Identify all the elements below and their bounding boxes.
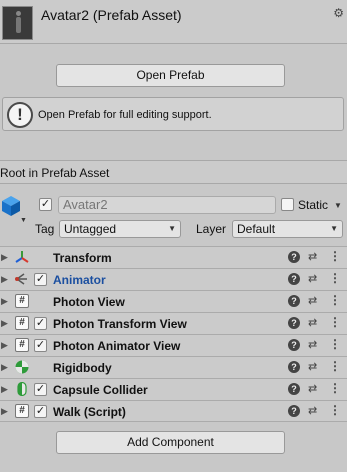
foldout-icon[interactable]: ▶ [1, 252, 8, 263]
component-enabled-checkbox[interactable]: ✓ [34, 317, 47, 330]
presets-icon[interactable]: ⇄ [308, 404, 317, 417]
info-icon: ! [7, 102, 33, 128]
static-checkbox[interactable] [281, 198, 294, 211]
script-icon: # [15, 316, 29, 330]
foldout-icon[interactable]: ▶ [1, 406, 8, 417]
component-enabled-checkbox[interactable]: ✓ [34, 273, 47, 286]
foldout-icon[interactable]: ▶ [1, 384, 8, 395]
presets-icon[interactable]: ⇄ [308, 360, 317, 373]
script-icon: # [15, 294, 29, 308]
inspector-header: Avatar2 (Prefab Asset) ⚙ [0, 0, 347, 44]
help-icon[interactable]: ? [288, 405, 300, 417]
gameobject-name-field[interactable]: Avatar2 [58, 196, 276, 214]
component-enabled-checkbox[interactable]: ✓ [34, 405, 47, 418]
presets-icon[interactable]: ⇄ [308, 272, 317, 285]
context-menu-icon[interactable]: ⋮ [329, 249, 341, 263]
component-row-animator[interactable]: ▶ ✓ Animator ? ⇄ ⋮ [0, 268, 347, 290]
context-menu-icon[interactable]: ⋮ [329, 359, 341, 373]
presets-icon[interactable]: ⇄ [308, 316, 317, 329]
help-text: Open Prefab for full editing support. [38, 109, 212, 121]
tag-label: Tag [35, 222, 55, 236]
help-box: ! Open Prefab for full editing support. [2, 97, 344, 131]
presets-icon[interactable]: ⇄ [308, 294, 317, 307]
context-menu-icon[interactable]: ⋮ [329, 337, 341, 351]
presets-icon[interactable]: ⇄ [308, 338, 317, 351]
help-icon[interactable]: ? [288, 273, 300, 285]
static-label: Static [298, 198, 329, 212]
component-row-rigidbody[interactable]: ▶ Rigidbody ? ⇄ ⋮ [0, 356, 347, 378]
component-name: Walk (Script) [53, 405, 126, 419]
component-name: Photon View [53, 295, 125, 309]
component-name: Photon Transform View [53, 317, 187, 331]
presets-icon[interactable]: ⇄ [308, 382, 317, 395]
root-header: Root in Prefab Asset [0, 160, 347, 184]
context-menu-icon[interactable]: ⋮ [329, 403, 341, 417]
foldout-icon[interactable]: ▶ [1, 274, 8, 285]
context-menu-icon[interactable]: ⋮ [329, 381, 341, 395]
transform-icon [15, 251, 29, 263]
help-icon[interactable]: ? [288, 251, 300, 263]
component-name: Capsule Collider [53, 383, 148, 397]
help-icon[interactable]: ? [288, 361, 300, 373]
layer-label: Layer [196, 222, 227, 236]
component-row-walk-script[interactable]: ▶ # ✓ Walk (Script) ? ⇄ ⋮ [0, 400, 347, 422]
context-menu-icon[interactable]: ⋮ [329, 293, 341, 307]
component-enabled-checkbox[interactable]: ✓ [34, 339, 47, 352]
static-dropdown-arrow[interactable]: ▼ [334, 201, 342, 210]
component-name: Photon Animator View [53, 339, 181, 353]
component-row-photon-transform-view[interactable]: ▶ # ✓ Photon Transform View ? ⇄ ⋮ [0, 312, 347, 334]
tag-value: Untagged [64, 222, 117, 236]
help-icon[interactable]: ? [288, 383, 300, 395]
context-menu-icon[interactable]: ⋮ [329, 315, 341, 329]
component-name: Animator [53, 273, 106, 287]
help-icon[interactable]: ? [288, 295, 300, 307]
chevron-down-icon: ▼ [330, 224, 338, 233]
script-icon: # [15, 404, 29, 418]
component-row-photon-view[interactable]: ▶ # Photon View ? ⇄ ⋮ [0, 290, 347, 312]
foldout-icon[interactable]: ▶ [1, 340, 8, 351]
gameobject-cube-icon[interactable] [0, 194, 22, 218]
component-name: Rigidbody [53, 361, 112, 375]
foldout-icon[interactable]: ▶ [1, 318, 8, 329]
component-row-capsule-collider[interactable]: ▶ ✓ Capsule Collider ? ⇄ ⋮ [0, 378, 347, 400]
script-icon: # [15, 338, 29, 352]
component-row-photon-animator-view[interactable]: ▶ # ✓ Photon Animator View ? ⇄ ⋮ [0, 334, 347, 356]
root-header-label: Root in Prefab Asset [0, 166, 110, 180]
component-enabled-checkbox[interactable]: ✓ [34, 383, 47, 396]
animator-icon [15, 273, 27, 285]
component-row-transform[interactable]: ▶ Transform ? ⇄ ⋮ [0, 246, 347, 268]
component-name: Transform [53, 251, 112, 265]
gear-icon[interactable]: ⚙ [333, 6, 344, 20]
rigidbody-icon [15, 360, 29, 374]
presets-icon[interactable]: ⇄ [308, 250, 317, 263]
asset-title: Avatar2 (Prefab Asset) [41, 7, 182, 23]
layer-dropdown[interactable]: Default ▼ [232, 220, 343, 238]
layer-value: Default [237, 222, 276, 236]
tag-dropdown[interactable]: Untagged ▼ [59, 220, 181, 238]
active-checkbox[interactable]: ✓ [39, 198, 52, 211]
prefab-thumbnail [2, 6, 33, 40]
open-prefab-button[interactable]: Open Prefab [56, 64, 285, 87]
help-icon[interactable]: ? [288, 317, 300, 329]
chevron-down-icon: ▼ [168, 224, 176, 233]
context-menu-icon[interactable]: ⋮ [329, 271, 341, 285]
help-icon[interactable]: ? [288, 339, 300, 351]
add-component-button[interactable]: Add Component [56, 431, 285, 454]
icon-dropdown-arrow[interactable]: ▼ [20, 217, 27, 224]
foldout-icon[interactable]: ▶ [1, 296, 8, 307]
foldout-icon[interactable]: ▶ [1, 362, 8, 373]
capsule-collider-icon [17, 382, 27, 396]
